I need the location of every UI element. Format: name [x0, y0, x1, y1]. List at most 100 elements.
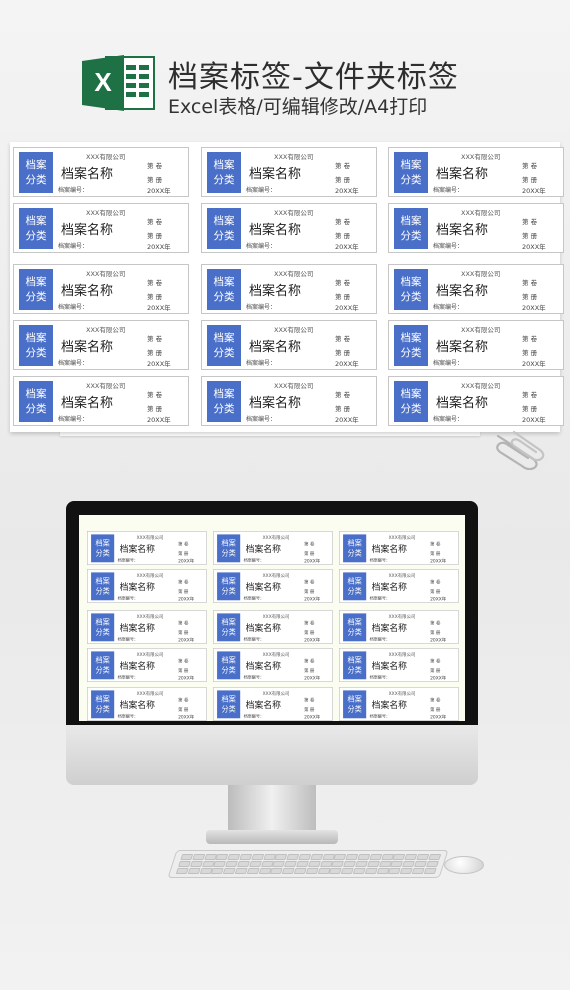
category-badge: 档案 分类	[343, 613, 367, 642]
category-line-1: 档案	[25, 387, 47, 400]
company-name: XXX有限公司	[262, 573, 290, 579]
company-name: XXX有限公司	[461, 326, 501, 334]
category-line-1: 档案	[221, 538, 236, 547]
category-line-2: 分类	[221, 549, 236, 558]
keyboard-key	[187, 868, 201, 874]
year-field: 20XX年	[178, 637, 195, 643]
category-line-1: 档案	[221, 655, 236, 664]
volume-field: 第 卷	[147, 279, 163, 287]
book-field: 第 册	[522, 405, 538, 413]
volume-field: 第 卷	[147, 335, 163, 343]
category-line-1: 档案	[213, 387, 235, 400]
year-field: 20XX年	[522, 187, 546, 195]
monitor-icon: 档案 分类 XXX有限公司 档案名称第 卷第 册档案编号： 20XX年 档案 分类 XXX有限…	[66, 501, 478, 745]
company-name: XXX有限公司	[388, 652, 416, 658]
file-name: 档案名称	[249, 340, 302, 355]
category-line-1: 档案	[347, 694, 362, 703]
company-name: XXX有限公司	[388, 573, 416, 579]
category-line-1: 档案	[25, 214, 47, 227]
category-line-2: 分类	[347, 628, 362, 637]
year-field: 20XX年	[335, 360, 359, 368]
company-name: XXX有限公司	[136, 691, 164, 697]
book-field: 第 册	[304, 667, 315, 674]
file-label: 档案 分类 XXX有限公司 档案名称 第 卷第 册档案编号： 20XX年	[87, 648, 207, 682]
file-number-label: 档案编号：	[246, 187, 277, 194]
company-name: XXX有限公司	[262, 691, 290, 697]
year-field: 20XX年	[304, 596, 321, 602]
category-badge: 档案 分类	[91, 690, 115, 719]
category-badge: 档案 分类	[207, 152, 241, 193]
category-badge: 档案 分类	[19, 208, 53, 249]
book-field: 第 册	[178, 588, 189, 595]
category-line-2: 分类	[221, 587, 236, 596]
file-label: 档案 分类 XXX有限公司 档案名称 第 卷第 册档案编号： 20XX年	[388, 376, 564, 426]
book-field: 第 册	[430, 629, 441, 636]
file-label: 档案 分类 XXX有限公司 档案名称 第 卷第 册档案编号： 20XX年	[339, 648, 459, 682]
mouse-icon	[444, 856, 484, 874]
category-line-2: 分类	[95, 587, 110, 596]
file-number-label: 档案编号：	[117, 675, 139, 680]
company-name: XXX有限公司	[274, 153, 314, 161]
file-number-label: 档案编号：	[369, 596, 391, 601]
file-name: 档案名称	[119, 582, 156, 593]
keyboard-key	[189, 861, 203, 867]
category-line-1: 档案	[213, 331, 235, 344]
file-name: 档案名称	[61, 340, 114, 355]
file-name: 档案名称	[436, 396, 489, 411]
file-number-label: 档案编号：	[243, 558, 265, 563]
keyboard-key	[423, 868, 437, 874]
file-name: 档案名称	[61, 396, 114, 411]
file-number-label: 档案编号：	[369, 637, 391, 642]
category-badge: 档案 分类	[343, 651, 367, 680]
category-badge: 档案 分类	[217, 651, 241, 680]
file-name: 档案名称	[119, 661, 156, 672]
category-line-2: 分类	[221, 705, 236, 714]
file-name: 档案名称	[119, 700, 156, 711]
file-name: 档案名称	[119, 544, 156, 555]
book-field: 第 册	[304, 550, 315, 557]
category-line-1: 档案	[95, 538, 110, 547]
category-badge: 档案 分类	[91, 651, 115, 680]
company-name: XXX有限公司	[388, 614, 416, 620]
file-label: 档案 分类 XXX有限公司 档案名称 第 卷第 册档案编号： 20XX年	[213, 569, 333, 603]
file-number-label: 档案编号：	[117, 596, 139, 601]
category-line-2: 分类	[400, 402, 422, 415]
company-name: XXX有限公司	[262, 652, 290, 658]
file-name: 档案名称	[371, 623, 408, 634]
volume-field: 第 卷	[147, 218, 163, 226]
page-title: 档案标签-文件夹标签	[168, 60, 459, 95]
file-number-label: 档案编号：	[117, 714, 139, 719]
volume-field: 第 卷	[178, 541, 189, 547]
category-badge: 档案 分类	[217, 690, 241, 719]
file-number-label: 档案编号：	[246, 416, 277, 423]
file-name: 档案名称	[436, 340, 489, 355]
volume-field: 第 卷	[335, 279, 351, 287]
book-field: 第 册	[335, 349, 351, 357]
year-field: 20XX年	[178, 714, 195, 720]
year-field: 20XX年	[522, 304, 546, 312]
company-name: XXX有限公司	[461, 209, 501, 217]
keyboard-key	[248, 861, 262, 867]
company-name: XXX有限公司	[262, 614, 290, 620]
file-number-label: 档案编号：	[433, 187, 464, 194]
book-field: 第 册	[178, 629, 189, 636]
book-field: 第 册	[335, 232, 351, 240]
category-line-2: 分类	[25, 346, 47, 359]
file-label: 档案 分类 XXX有限公司 档案名称 第 卷第 册档案编号： 20XX年	[87, 687, 207, 721]
year-field: 20XX年	[430, 596, 447, 602]
company-name: XXX有限公司	[86, 153, 126, 161]
book-field: 第 册	[335, 176, 351, 184]
keyboard-key	[428, 854, 442, 860]
year-field: 20XX年	[522, 416, 546, 424]
category-badge: 档案 分类	[207, 381, 241, 422]
file-label: 档案 分类 XXX有限公司 档案名称 第 卷第 册档案编号： 20XX年	[388, 203, 564, 253]
book-field: 第 册	[522, 232, 538, 240]
label-sheet: 档案 分类 XXX有限公司 档案名称第 卷第 册档案编号： 20XX年 档案 分类 XXX有限…	[10, 142, 564, 432]
company-name: XXX有限公司	[136, 535, 164, 541]
company-name: XXX有限公司	[86, 326, 126, 334]
category-line-1: 档案	[347, 538, 362, 547]
file-number-label: 档案编号：	[433, 243, 464, 250]
company-name: XXX有限公司	[461, 270, 501, 278]
category-badge: 档案 分类	[394, 269, 428, 310]
category-line-1: 档案	[213, 275, 235, 288]
